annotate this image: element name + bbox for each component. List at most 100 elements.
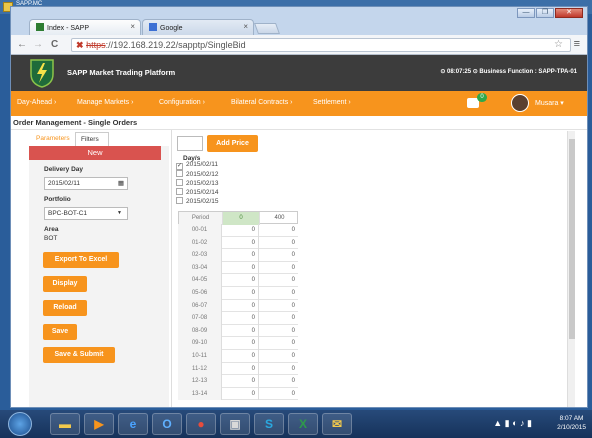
forward-arrow-icon[interactable]: → bbox=[33, 39, 43, 50]
nav-settlement[interactable]: Settlement › bbox=[313, 99, 351, 106]
tab-filters[interactable]: Filters bbox=[75, 132, 109, 146]
day-option[interactable]: 2015/02/14 bbox=[176, 188, 219, 196]
quantity-cell[interactable]: 0 bbox=[222, 299, 259, 313]
checkbox[interactable] bbox=[176, 188, 183, 195]
url-field[interactable]: ✖ https://192.168.219.22/sapptp/SingleBi… bbox=[71, 38, 571, 52]
vertical-scrollbar[interactable] bbox=[567, 131, 575, 407]
start-button[interactable] bbox=[8, 412, 32, 436]
nav-day-ahead[interactable]: Day-Ahead › bbox=[17, 99, 56, 106]
column-header-price-400[interactable]: 400 bbox=[260, 212, 299, 225]
quantity-cell[interactable]: 0 bbox=[222, 224, 259, 237]
minimize-button[interactable]: — bbox=[517, 8, 535, 18]
mail-icon[interactable]: ✉ bbox=[322, 413, 352, 435]
delivery-day-input[interactable]: 2015/02/11 ▦ bbox=[44, 177, 128, 190]
quantity-cell[interactable]: 0 bbox=[259, 363, 298, 376]
quantity-cell[interactable]: 0 bbox=[222, 362, 259, 376]
chrome-icon[interactable]: ● bbox=[186, 413, 216, 435]
quantity-cell[interactable]: 0 bbox=[259, 224, 298, 237]
skype-icon[interactable]: S bbox=[254, 413, 284, 435]
reload-button[interactable]: Reload bbox=[43, 300, 87, 316]
quantity-cell[interactable]: 0 bbox=[222, 349, 259, 363]
quantity-cell[interactable]: 0 bbox=[259, 375, 298, 388]
file-explorer-icon[interactable]: ▬ bbox=[50, 413, 80, 435]
day-option[interactable]: 2015/02/13 bbox=[176, 179, 219, 187]
internet-explorer-icon[interactable]: e bbox=[118, 413, 148, 435]
quantity-cell[interactable]: 0 bbox=[259, 274, 298, 287]
day-option[interactable]: 2015/02/12 bbox=[176, 170, 219, 178]
price-input[interactable] bbox=[177, 136, 203, 151]
back-arrow-icon[interactable]: ← bbox=[17, 39, 27, 50]
quantity-cell[interactable]: 0 bbox=[222, 337, 259, 350]
portfolio-label: Portfolio bbox=[44, 196, 71, 203]
save-button[interactable]: Save bbox=[43, 324, 77, 340]
tab-label: Index - SAPP bbox=[47, 25, 90, 32]
media-player-icon[interactable]: ▶ bbox=[84, 413, 114, 435]
nav-bilateral-contracts[interactable]: Bilateral Contracts › bbox=[231, 99, 292, 106]
quantity-cell[interactable]: 0 bbox=[259, 287, 298, 300]
day-date: 2015/02/13 bbox=[186, 180, 219, 187]
quantity-cell[interactable]: 0 bbox=[259, 262, 298, 275]
table-row: 11-12 0 0 bbox=[178, 362, 298, 376]
scrollbar-thumb[interactable] bbox=[569, 139, 575, 339]
panel-splitter[interactable] bbox=[171, 130, 172, 407]
maximize-button[interactable]: ❐ bbox=[536, 8, 554, 18]
browser-tab-index[interactable]: Index - SAPP × bbox=[29, 19, 141, 35]
export-to-excel-button[interactable]: Export To Excel bbox=[43, 252, 119, 268]
quantity-cell[interactable]: 0 bbox=[222, 324, 259, 338]
add-price-button[interactable]: Add Price bbox=[207, 135, 258, 152]
insecure-lock-icon: ✖ bbox=[76, 40, 84, 50]
quantity-cell[interactable]: 0 bbox=[259, 325, 298, 338]
reload-icon[interactable]: C bbox=[51, 39, 58, 50]
system-tray[interactable]: ▲ ▮ ◐ ♪ ▮ bbox=[493, 418, 532, 429]
tab-parameters[interactable]: Parameters bbox=[31, 132, 75, 146]
table-row: 06-07 0 0 bbox=[178, 299, 298, 313]
quantity-cell[interactable]: 0 bbox=[222, 274, 259, 287]
new-order-bar[interactable]: New bbox=[29, 146, 161, 160]
nav-manage-markets[interactable]: Manage Markets › bbox=[77, 99, 133, 106]
sapp-logo-icon[interactable] bbox=[29, 58, 55, 88]
quantity-cell[interactable]: 0 bbox=[222, 286, 259, 300]
quantity-cell[interactable]: 0 bbox=[259, 237, 298, 250]
app-icon[interactable]: ▣ bbox=[220, 413, 250, 435]
user-menu[interactable]: Musara ▾ bbox=[535, 99, 564, 107]
quantity-cell[interactable]: 0 bbox=[222, 236, 259, 250]
quantity-cell[interactable]: 0 bbox=[259, 350, 298, 363]
window-controls: — ❐ ✕ bbox=[517, 8, 583, 18]
checkbox[interactable] bbox=[176, 170, 183, 177]
clock[interactable]: 8:07 AM 2/10/2015 bbox=[557, 414, 586, 432]
column-header-price-0[interactable]: 0 bbox=[223, 212, 260, 225]
display-button[interactable]: Display bbox=[43, 276, 87, 292]
close-window-button[interactable]: ✕ bbox=[555, 8, 583, 18]
day-option[interactable]: ✓ 2015/02/11 bbox=[176, 161, 218, 170]
checkbox-checked-icon[interactable]: ✓ bbox=[176, 163, 183, 170]
save-submit-button[interactable]: Save & Submit bbox=[43, 347, 115, 363]
quantity-cell[interactable]: 0 bbox=[259, 312, 298, 325]
new-tab-button[interactable] bbox=[253, 23, 281, 34]
browser-window: — ❐ ✕ Index - SAPP × Google × ← → C ✖ ht… bbox=[10, 6, 588, 408]
quantity-cell[interactable]: 0 bbox=[259, 249, 298, 262]
browser-tab-google[interactable]: Google × bbox=[142, 19, 254, 35]
excel-icon[interactable]: X bbox=[288, 413, 318, 435]
portfolio-select[interactable]: BPC-BOT-C1 ▼ bbox=[44, 207, 128, 220]
quantity-cell[interactable]: 0 bbox=[259, 388, 298, 401]
quantity-cell[interactable]: 0 bbox=[222, 375, 259, 388]
bookmark-star-icon[interactable]: ☆ bbox=[554, 39, 563, 50]
quantity-cell[interactable]: 0 bbox=[259, 337, 298, 350]
calendar-icon[interactable]: ▦ bbox=[118, 178, 124, 189]
close-tab-icon[interactable]: × bbox=[130, 22, 135, 31]
table-row: 00-01 0 0 bbox=[178, 224, 298, 237]
quantity-cell[interactable]: 0 bbox=[259, 300, 298, 313]
day-option[interactable]: 2015/02/15 bbox=[176, 197, 219, 205]
checkbox[interactable] bbox=[176, 179, 183, 186]
quantity-cell[interactable]: 0 bbox=[222, 261, 259, 275]
quantity-cell[interactable]: 0 bbox=[222, 249, 259, 262]
quantity-cell[interactable]: 0 bbox=[222, 387, 259, 401]
close-tab-icon[interactable]: × bbox=[243, 22, 248, 31]
avatar[interactable] bbox=[511, 94, 529, 112]
day-date: 2015/02/14 bbox=[186, 189, 219, 196]
outlook-icon[interactable]: O bbox=[152, 413, 182, 435]
checkbox[interactable] bbox=[176, 197, 183, 204]
nav-configuration[interactable]: Configuration › bbox=[159, 99, 205, 106]
quantity-cell[interactable]: 0 bbox=[222, 312, 259, 325]
browser-menu-icon[interactable]: ≡ bbox=[574, 38, 580, 50]
